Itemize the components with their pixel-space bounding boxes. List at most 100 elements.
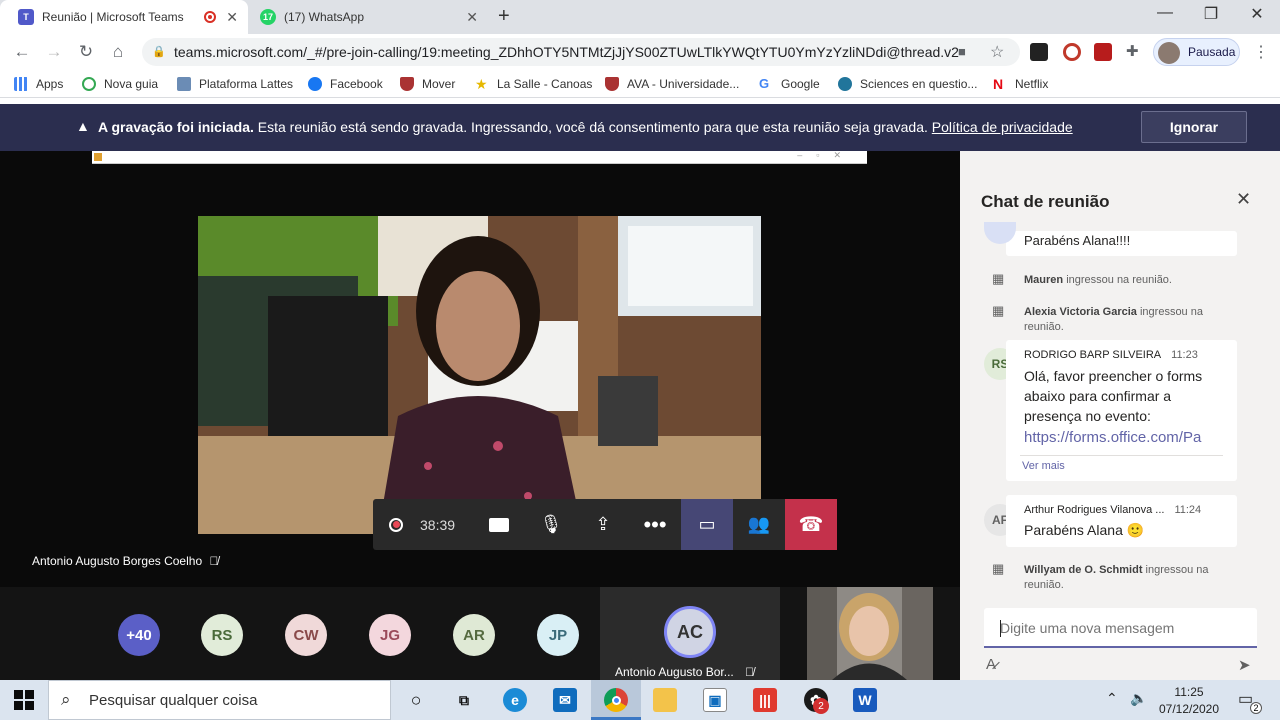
camera-toggle-button[interactable] bbox=[473, 499, 525, 550]
privacy-policy-link[interactable]: Política de privacidade bbox=[932, 119, 1073, 135]
bookmark-apps[interactable]: Apps bbox=[14, 77, 63, 91]
bookmark-sciences[interactable]: Sciences en questio... bbox=[838, 77, 977, 91]
format-icon[interactable]: A̷ bbox=[986, 656, 996, 673]
apps-grid-icon bbox=[14, 77, 28, 91]
bookmark-lattes[interactable]: Plataforma Lattes bbox=[177, 77, 293, 91]
bookmark-star-icon[interactable]: ☆ bbox=[990, 42, 1004, 62]
speaker-label: Antonio Augusto Borges Coelho bbox=[32, 554, 203, 568]
ignore-button[interactable]: Ignorar bbox=[1141, 111, 1247, 143]
call-timer: 38:39 bbox=[420, 517, 456, 533]
forward-icon[interactable]: → bbox=[44, 42, 64, 62]
extension-icon[interactable] bbox=[1063, 43, 1081, 61]
bookmark-google[interactable]: G Google bbox=[759, 76, 820, 92]
participant-avatar[interactable]: JP bbox=[537, 614, 579, 656]
mic-toggle-button[interactable]: 🎙 bbox=[525, 499, 577, 550]
google-icon: G bbox=[759, 76, 770, 91]
mic-off-icon: 🎙 bbox=[539, 514, 563, 534]
file-explorer-icon[interactable] bbox=[653, 688, 677, 712]
see-more-link[interactable]: Ver mais bbox=[1022, 460, 1065, 472]
show-chat-button[interactable]: ▭ bbox=[681, 499, 733, 550]
bookmark-label: Google bbox=[781, 77, 820, 91]
participant-avatar[interactable]: CW bbox=[285, 614, 327, 656]
reload-icon[interactable]: ↻ bbox=[76, 42, 96, 62]
app-icon[interactable]: ||| bbox=[753, 688, 777, 712]
participant-name-label: Antonio Augusto Bor... bbox=[615, 665, 734, 679]
lattes-icon bbox=[177, 77, 191, 91]
profile-button[interactable]: Pausada bbox=[1153, 38, 1240, 66]
bookmark-netflix[interactable]: N Netflix bbox=[993, 77, 1048, 91]
volume-icon[interactable]: 🔈 bbox=[1130, 690, 1147, 707]
close-window-button[interactable]: ✕ bbox=[1234, 4, 1280, 24]
message-text: Olá, favor preencher o forms abaixo para… bbox=[1024, 366, 1202, 448]
facebook-icon bbox=[308, 77, 322, 91]
bookmarks-bar: Apps Nova guia Plataforma Lattes Faceboo… bbox=[0, 70, 1280, 98]
pdf-extension-icon[interactable] bbox=[1094, 43, 1112, 61]
hang-up-button[interactable]: ☎ bbox=[785, 499, 837, 550]
bookmark-label: La Salle - Canoas bbox=[497, 77, 593, 91]
chat-message: Parabéns Alana!!!! bbox=[1006, 231, 1237, 256]
system-message-name: Willyam de O. Schmidt bbox=[1024, 564, 1143, 576]
clock[interactable]: 11:25 07/12/2020 bbox=[1154, 684, 1224, 718]
send-icon[interactable]: ➤ bbox=[1238, 656, 1251, 674]
back-icon[interactable]: ← bbox=[12, 42, 32, 62]
message-author: RODRIGO BARP SILVEIRA bbox=[1024, 349, 1162, 361]
home-icon[interactable]: ⌂ bbox=[108, 42, 128, 62]
participants-button[interactable]: 👥 bbox=[733, 499, 785, 550]
message-time: 11:24 bbox=[1174, 504, 1202, 516]
taskbar-search[interactable]: ⌕ Pesquisar qualquer coisa bbox=[48, 680, 391, 720]
message-input[interactable] bbox=[1000, 616, 1250, 640]
close-tab-icon[interactable]: ✕ bbox=[226, 9, 238, 26]
system-message-text: ingressou na bbox=[1145, 564, 1209, 576]
chat-message: RODRIGO BARP SILVEIRA 11:23 Olá, favor pr… bbox=[1006, 340, 1237, 481]
calendar-join-icon: ▦ bbox=[992, 303, 1005, 318]
store-icon[interactable]: ▣ bbox=[703, 688, 727, 712]
chrome-icon[interactable] bbox=[604, 688, 628, 712]
message-line: presença no evento: bbox=[1024, 408, 1151, 424]
close-chat-button[interactable]: ✕ bbox=[1236, 189, 1251, 210]
bookmark-nova-guia[interactable]: Nova guia bbox=[82, 77, 158, 91]
bookmark-label: Facebook bbox=[330, 77, 383, 91]
tab-whatsapp[interactable]: 17 (17) WhatsApp ✕ bbox=[250, 0, 488, 34]
shared-video bbox=[198, 216, 761, 534]
banner-title: A gravação foi iniciada. bbox=[98, 119, 254, 135]
cortana-icon[interactable]: ○ bbox=[404, 688, 428, 712]
participant-video bbox=[807, 587, 933, 680]
people-icon: 👥 bbox=[747, 514, 771, 534]
avatar: AC bbox=[664, 606, 716, 658]
participant-avatar[interactable]: AR bbox=[453, 614, 495, 656]
extension-icon[interactable] bbox=[1030, 43, 1048, 61]
windows-start-icon[interactable] bbox=[14, 690, 34, 710]
bookmark-facebook[interactable]: Facebook bbox=[308, 77, 383, 91]
minimize-button[interactable]: — bbox=[1142, 4, 1188, 22]
bookmark-ava[interactable]: AVA - Universidade... bbox=[605, 77, 739, 91]
more-actions-button[interactable]: ••• bbox=[629, 499, 681, 550]
url-text[interactable]: teams.microsoft.com/_#/pre-join-calling/… bbox=[174, 44, 959, 60]
participants-overflow[interactable]: +40 bbox=[118, 614, 160, 656]
edge-icon[interactable]: e bbox=[503, 688, 527, 712]
search-icon: ⌕ bbox=[61, 690, 71, 709]
share-button[interactable]: ⇪ bbox=[577, 499, 629, 550]
forms-link[interactable]: https://forms.office.com/Pa bbox=[1024, 428, 1202, 448]
camera-icon[interactable]: ■ bbox=[958, 44, 966, 59]
divider bbox=[1020, 455, 1223, 456]
browser-tab-strip: T Reunião | Microsoft Teams ✕ 17 (17) Wh… bbox=[0, 0, 1280, 34]
bookmark-mover[interactable]: Mover bbox=[400, 77, 455, 91]
task-view-icon[interactable]: ⧉ bbox=[452, 688, 476, 712]
message-composer[interactable] bbox=[984, 608, 1257, 648]
tab-teams[interactable]: T Reunião | Microsoft Teams ✕ bbox=[0, 0, 248, 34]
participant-avatar[interactable]: RS bbox=[201, 614, 243, 656]
chat-title: Chat de reunião bbox=[981, 192, 1110, 211]
new-tab-button[interactable]: + bbox=[498, 5, 510, 28]
restore-button[interactable]: ❐ bbox=[1188, 4, 1234, 24]
puzzle-icon[interactable]: ✚ bbox=[1126, 42, 1139, 60]
chevron-up-icon[interactable]: ⌃ bbox=[1106, 690, 1118, 707]
system-message-name: Alexia Victoria Garcia bbox=[1024, 306, 1137, 318]
word-icon[interactable]: W bbox=[853, 688, 877, 712]
participant-avatar[interactable]: JG bbox=[369, 614, 411, 656]
bookmark-la-salle[interactable]: ★ La Salle - Canoas bbox=[475, 77, 592, 91]
menu-kebab-icon[interactable]: ⋮ bbox=[1253, 42, 1269, 62]
participant-video-tile[interactable] bbox=[807, 587, 933, 680]
mail-icon[interactable]: ✉ bbox=[553, 688, 577, 712]
close-tab-icon[interactable]: ✕ bbox=[466, 9, 478, 26]
self-participant-tile[interactable]: AC Antonio Augusto Bor... 🎙̸ bbox=[600, 587, 780, 680]
